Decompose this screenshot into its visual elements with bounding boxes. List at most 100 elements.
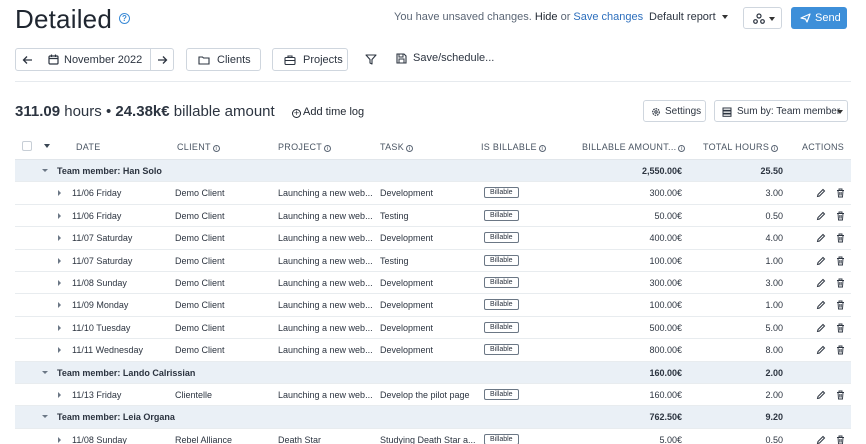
- clients-filter-button[interactable]: Clients: [186, 48, 261, 71]
- edit-icon[interactable]: [816, 256, 826, 268]
- edit-icon[interactable]: [816, 278, 826, 290]
- table-row[interactable]: 11/07 Saturday Demo Client Launching a new…: [15, 250, 851, 272]
- table-row[interactable]: 11/09 Monday Demo Client Launching a new w…: [15, 294, 851, 317]
- cell-project: Death Star: [278, 434, 322, 444]
- select-all-checkbox[interactable]: [22, 141, 32, 151]
- billable-badge: Billable: [484, 344, 519, 356]
- help-icon[interactable]: ?: [119, 13, 130, 24]
- table-row[interactable]: 11/06 Friday Demo Client Launching a new w…: [15, 205, 851, 228]
- send-button[interactable]: Send: [791, 7, 847, 29]
- edit-icon[interactable]: [816, 435, 826, 444]
- chevron-right-icon[interactable]: [58, 324, 61, 331]
- column-header-task[interactable]: TASK i: [380, 142, 414, 152]
- cell-client: Clientelle: [175, 389, 213, 400]
- billable-badge: Billable: [484, 388, 519, 400]
- column-header-total-hours[interactable]: TOTAL HOURS i: [703, 142, 779, 152]
- trash-icon[interactable]: [836, 345, 845, 357]
- report-select-label: Default report: [649, 11, 716, 23]
- table-row[interactable]: 11/10 Tuesday Demo Client Launching a new …: [15, 317, 851, 340]
- column-header-project[interactable]: PROJECT i: [278, 142, 332, 152]
- chevron-down-icon[interactable]: [42, 415, 48, 419]
- edit-icon[interactable]: [816, 233, 826, 245]
- trash-icon[interactable]: [836, 300, 845, 312]
- total-hours-value: 311.09: [15, 103, 61, 120]
- add-time-log-button[interactable]: + Add time log: [292, 106, 364, 118]
- cell-project: Launching a new web...: [278, 233, 373, 244]
- chevron-down-icon: [769, 17, 775, 21]
- filter-icon[interactable]: [365, 54, 377, 65]
- chevron-down-icon[interactable]: [42, 370, 48, 374]
- cell-project: Launching a new web...: [278, 300, 373, 311]
- chevron-down-icon[interactable]: [42, 169, 48, 172]
- group-hours: 9.20: [765, 412, 783, 423]
- column-header-date[interactable]: DATE: [76, 142, 101, 152]
- projects-filter-button[interactable]: Projects: [272, 48, 348, 71]
- cell-date: 11/09 Monday: [72, 300, 129, 311]
- table-row[interactable]: 11/11 Wednesday Demo Client Launching a ne…: [15, 339, 851, 362]
- save-changes-link[interactable]: Save changes: [573, 11, 643, 23]
- cell-task: Development: [380, 322, 434, 333]
- table-row[interactable]: 11/08 Sunday Rebel Alliance Death Star Stud…: [15, 429, 851, 444]
- column-header-client[interactable]: CLIENT i: [177, 142, 220, 152]
- edit-icon[interactable]: [816, 300, 826, 312]
- cell-task: Develop the pilot page: [380, 389, 470, 400]
- edit-icon[interactable]: [816, 390, 826, 402]
- edit-icon[interactable]: [816, 345, 826, 357]
- table-row[interactable]: 11/06 Friday Demo Client Launching a new w…: [15, 182, 851, 205]
- share-button[interactable]: [743, 7, 782, 29]
- collapse-all-icon[interactable]: [44, 144, 50, 148]
- settings-button[interactable]: Settings: [643, 100, 706, 122]
- hide-link[interactable]: Hide: [535, 11, 558, 23]
- trash-icon[interactable]: [836, 278, 845, 290]
- sum-by-label: Sum by: Team member: [737, 106, 841, 117]
- group-row[interactable]: Team member: Leia Organa 762.50€ 9.20: [15, 406, 851, 429]
- chevron-right-icon[interactable]: [58, 212, 61, 219]
- trash-icon[interactable]: [836, 390, 845, 402]
- cell-task: Development: [380, 345, 434, 356]
- cell-total-hours: 3.00: [765, 277, 783, 288]
- period-picker[interactable]: November 2022: [39, 48, 151, 71]
- chevron-right-icon[interactable]: [58, 302, 61, 309]
- send-label: Send: [815, 12, 841, 24]
- next-period-button[interactable]: [150, 48, 174, 71]
- column-header-is-billable[interactable]: IS BILLABLE i: [481, 142, 546, 152]
- edit-icon[interactable]: [816, 323, 826, 335]
- chevron-right-icon[interactable]: [58, 436, 61, 443]
- table-row[interactable]: 11/07 Saturday Demo Client Launching a new…: [15, 227, 851, 250]
- cell-client: Demo Client: [175, 233, 225, 244]
- cell-project: Launching a new web...: [278, 389, 373, 400]
- sum-by-select[interactable]: Sum by: Team member: [714, 100, 848, 122]
- chevron-right-icon[interactable]: [58, 190, 61, 197]
- previous-period-button[interactable]: [15, 48, 40, 71]
- edit-icon[interactable]: [816, 188, 826, 200]
- chevron-right-icon[interactable]: [58, 235, 61, 242]
- chevron-right-icon[interactable]: [58, 279, 61, 286]
- edit-icon[interactable]: [816, 211, 826, 223]
- group-label: Team member: Leia Organa: [57, 412, 175, 423]
- chevron-right-icon[interactable]: [58, 391, 61, 398]
- cell-date: 11/07 Saturday: [72, 233, 133, 244]
- trash-icon[interactable]: [836, 188, 845, 200]
- cell-billable-amount: 300.00€: [649, 277, 682, 288]
- report-select[interactable]: Default report: [649, 11, 728, 23]
- chevron-right-icon[interactable]: [58, 257, 61, 264]
- chevron-right-icon[interactable]: [58, 347, 61, 354]
- group-row[interactable]: Team member: Han Solo 2,550.00€ 25.50: [15, 160, 851, 183]
- cell-billable-amount: 100.00€: [649, 255, 682, 266]
- table-row[interactable]: 11/08 Sunday Demo Client Launching a new w…: [15, 272, 851, 295]
- cell-date: 11/08 Sunday: [72, 434, 127, 444]
- table-header: DATE CLIENT i PROJECT i TASK i IS BILLABLE i…: [15, 134, 851, 160]
- trash-icon[interactable]: [836, 435, 845, 444]
- page-title: Detailed: [15, 4, 112, 34]
- trash-icon[interactable]: [836, 256, 845, 268]
- trash-icon[interactable]: [836, 233, 845, 245]
- cell-project: Launching a new web...: [278, 345, 373, 356]
- billable-badge: Billable: [484, 187, 519, 199]
- column-header-billable-amount[interactable]: BILLABLE AMOUNT... i: [582, 142, 686, 152]
- trash-icon[interactable]: [836, 211, 845, 223]
- table-row[interactable]: 11/13 Friday Clientelle Launching a new we…: [15, 384, 851, 407]
- trash-icon[interactable]: [836, 323, 845, 335]
- group-hours: 2.00: [765, 367, 783, 378]
- cell-total-hours: 3.00: [765, 188, 783, 199]
- group-row[interactable]: Team member: Lando Calrissian 160.00€ 2.00: [15, 361, 851, 384]
